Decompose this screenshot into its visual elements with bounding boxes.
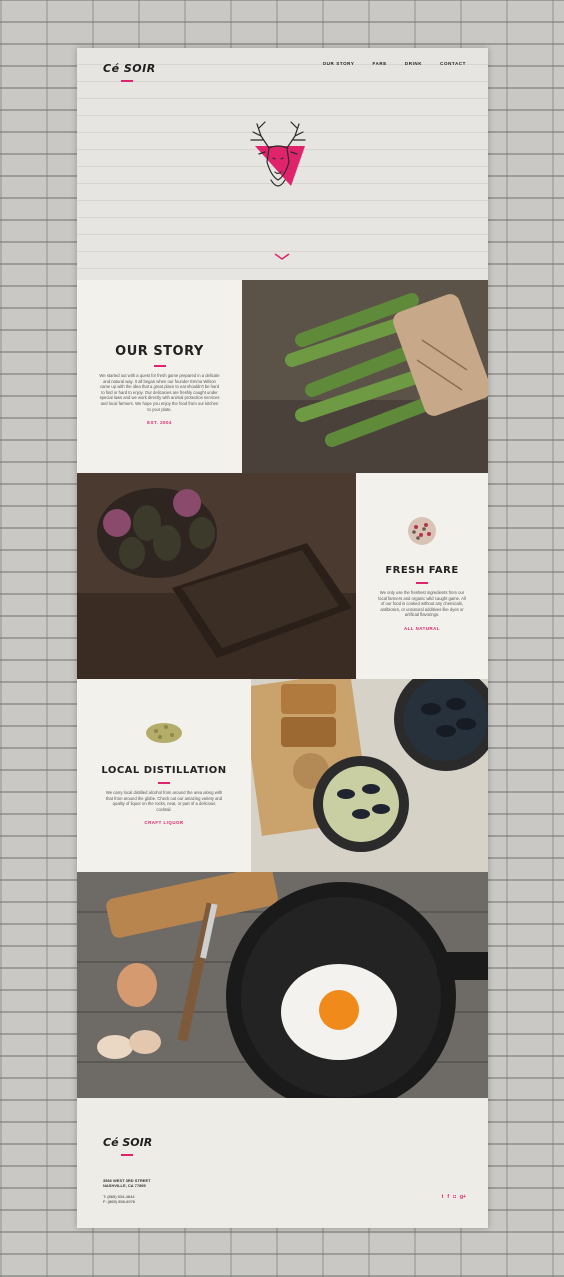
section-body: We only use the freshest ingredients fro… [378, 590, 466, 618]
section-body: We carry local distilled alcohol from ar… [105, 790, 223, 812]
our-story-panel: OUR STORY We started out with a quest fo… [77, 280, 242, 473]
section-tag[interactable]: ALL NATURAL [356, 626, 488, 631]
nav-item-drink[interactable]: DRINK [405, 61, 422, 66]
mussels-photo [251, 679, 488, 872]
site-footer: Cé SOIR 3566 WEST 3RD STREET NASHVILLE, … [77, 1098, 488, 1228]
main-nav: OUR STORY FARE DRINK CONTACT [323, 61, 466, 66]
section-body: We started out with a quest for fresh ga… [99, 373, 220, 412]
accent-bar [153, 365, 166, 367]
accent-bar [416, 582, 428, 584]
footer-contact: T: (865) 534-4644 F: (865) 556-6976 [103, 1194, 135, 1204]
instagram-icon[interactable]: ◘ [453, 1194, 456, 1200]
stag-head-icon [250, 121, 306, 187]
nav-item-fare[interactable]: FARE [372, 61, 386, 66]
twitter-icon[interactable]: t [442, 1194, 444, 1200]
section-title: LOCAL DISTILLATION [101, 765, 227, 776]
fried-egg-photo [77, 872, 488, 1098]
site-logo[interactable]: Cé SOIR [103, 62, 156, 75]
fresh-fare-panel: FRESH FARE We only use the freshest ingr… [356, 473, 488, 679]
section-tag[interactable]: CRAFT LIQUOR [77, 820, 251, 825]
section-tag[interactable]: EST. 2004 [77, 420, 242, 425]
tea-brick-photo [77, 473, 356, 679]
footer-accent-bar [121, 1154, 133, 1156]
peppercorn-icon [408, 517, 436, 545]
accent-bar [158, 782, 170, 784]
section-title: FRESH FARE [385, 565, 459, 576]
asparagus-photo [242, 280, 488, 473]
facebook-icon[interactable]: f [447, 1194, 449, 1200]
nav-item-contact[interactable]: CONTACT [440, 61, 466, 66]
chevron-down-icon[interactable] [274, 253, 290, 261]
google-plus-icon[interactable]: g+ [460, 1194, 466, 1200]
nav-item-our-story[interactable]: OUR STORY [323, 61, 355, 66]
hero-section: Cé SOIR OUR STORY FARE DRINK CONTACT [77, 48, 488, 280]
address-line: NASHVILLE, CA 77895 [103, 1183, 146, 1188]
social-links: t f ◘ g+ [442, 1194, 466, 1200]
footer-address: 3566 WEST 3RD STREET NASHVILLE, CA 77895 [103, 1178, 151, 1188]
local-distillation-panel: LOCAL DISTILLATION We carry local distil… [77, 679, 251, 872]
footer-logo[interactable]: Cé SOIR [103, 1136, 152, 1149]
herb-pile-icon [146, 723, 182, 743]
logo-accent-bar [121, 80, 133, 82]
website-mockup: Cé SOIR OUR STORY FARE DRINK CONTACT OUR… [77, 48, 488, 1228]
fax-number: F: (865) 556-6976 [103, 1199, 136, 1204]
section-title: OUR STORY [115, 344, 204, 359]
